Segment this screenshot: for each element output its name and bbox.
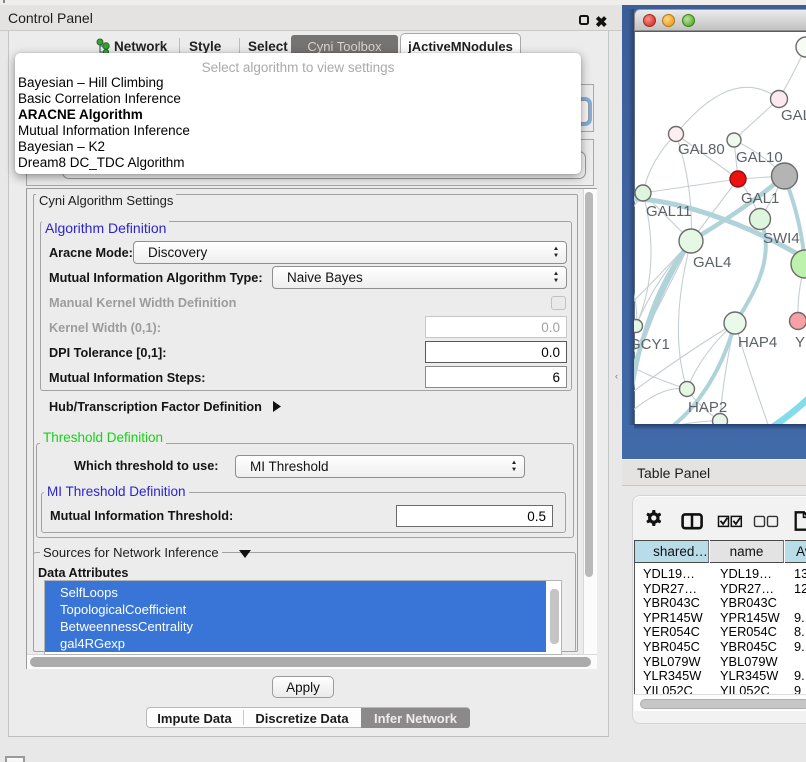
svg-text:GAL10: GAL10 [736,149,783,166]
svg-text:SWI4: SWI4 [763,230,800,247]
svg-text:GCY1: GCY1 [634,336,670,353]
svg-text:YL: YL [795,334,806,351]
svg-text:HAP4: HAP4 [738,334,777,351]
svg-text:GAL1: GAL1 [741,190,779,207]
svg-text:GAL11: GAL11 [646,203,692,220]
svg-text:GAL4: GAL4 [693,254,731,271]
svg-text:GAL80: GAL80 [678,141,725,158]
svg-text:HAP2: HAP2 [688,399,727,416]
svg-text:GAL7: GAL7 [781,107,806,124]
